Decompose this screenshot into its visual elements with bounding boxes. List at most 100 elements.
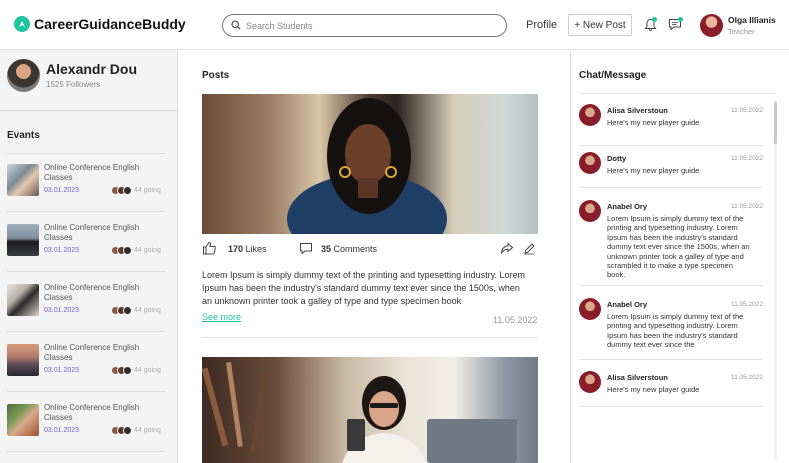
profile-name[interactable]: Alexandr Dou xyxy=(46,61,137,77)
going-count: 44 going xyxy=(134,307,161,314)
post-date: 11.05.2022 xyxy=(493,315,538,325)
chat-message[interactable]: Alisa Silverstoun 11.05.2022 Here's my n… xyxy=(579,371,763,407)
sender-avatar xyxy=(579,298,601,320)
message-date: 11.05.2022 xyxy=(730,301,763,308)
pencil-icon[interactable] xyxy=(523,242,536,260)
user-avatar[interactable] xyxy=(700,14,723,37)
event-item[interactable]: Online Conference English Classes 03.01.… xyxy=(7,216,165,272)
post-image[interactable] xyxy=(202,357,538,463)
message-badge xyxy=(678,17,683,22)
event-item[interactable]: Online Conference English Classes 03.01.… xyxy=(7,276,165,332)
search-input[interactable] xyxy=(246,20,486,31)
posts-feed: Posts 170 Likes 35 Comments Lorem Ipsum … xyxy=(178,50,570,463)
chat-message[interactable]: Alisa Silverstoun 11.05.2022 Here's my n… xyxy=(579,104,763,146)
comment-icon[interactable] xyxy=(299,242,313,260)
sender-avatar xyxy=(579,104,601,126)
message-icon[interactable] xyxy=(668,17,683,36)
event-thumbnail xyxy=(7,284,39,316)
event-attendees: 44 going xyxy=(111,186,161,195)
user-name[interactable]: Olga Illianis xyxy=(728,15,776,25)
post-actions: 170 Likes 35 Comments xyxy=(202,241,538,259)
divider xyxy=(202,337,538,338)
user-role: Teacher xyxy=(728,27,755,36)
profile-followers: 1525 Followers xyxy=(46,80,101,89)
event-date: 03.01.2023 xyxy=(44,427,80,434)
brand-name: CareerGuidanceBuddy xyxy=(34,16,186,32)
event-title: Online Conference English Classes xyxy=(44,223,140,242)
chat-message[interactable]: Anabel Ory 11.05.2022 Lorem Ipsum is sim… xyxy=(579,200,763,286)
brand-logo[interactable]: CareerGuidanceBuddy xyxy=(14,16,186,32)
event-thumbnail xyxy=(7,344,39,376)
event-thumbnail xyxy=(7,164,39,196)
message-text: Lorem Ipsum is simply dummy text of the … xyxy=(607,214,750,280)
going-count: 44 going xyxy=(134,247,161,254)
share-icon[interactable] xyxy=(500,242,514,260)
event-title: Online Conference English Classes xyxy=(44,403,140,422)
compass-icon xyxy=(14,16,30,32)
event-title: Online Conference English Classes xyxy=(44,343,140,362)
event-attendees: 44 going xyxy=(111,306,161,315)
search-bar[interactable] xyxy=(222,14,507,37)
profile-avatar[interactable] xyxy=(7,59,40,92)
sender-avatar xyxy=(579,371,601,393)
search-icon xyxy=(231,17,241,35)
sender-name: Alisa Silverstoun xyxy=(607,106,668,115)
going-count: 44 going xyxy=(134,187,161,194)
chat-panel: Chat/Message Alisa Silverstoun 11.05.202… xyxy=(570,50,789,463)
top-header: CareerGuidanceBuddy Profile + New Post O… xyxy=(0,0,789,50)
sender-name: Alisa Silverstoun xyxy=(607,373,668,382)
event-attendees: 44 going xyxy=(111,366,161,375)
message-text: Here's my new player guide xyxy=(607,385,700,394)
sender-name: Anabel Ory xyxy=(607,202,648,211)
sender-avatar xyxy=(579,200,601,222)
events-heading: Evants xyxy=(7,130,40,141)
see-more-link[interactable]: See more xyxy=(202,312,241,322)
event-thumbnail xyxy=(7,404,39,436)
going-count: 44 going xyxy=(134,427,161,434)
chat-heading: Chat/Message xyxy=(579,70,647,81)
post-body: Lorem Ipsum is simply dummy text of the … xyxy=(202,270,525,306)
posts-heading: Posts xyxy=(202,70,230,81)
event-date: 03.01.2023 xyxy=(44,367,80,374)
message-date: 11.05.2022 xyxy=(730,374,763,381)
event-attendees: 44 going xyxy=(111,246,161,255)
divider xyxy=(0,110,177,111)
event-item[interactable]: Online Conference English Classes 03.01.… xyxy=(7,396,165,452)
divider xyxy=(579,93,775,94)
message-date: 11.05.2022 xyxy=(730,107,763,114)
message-text: Here's my new player guide xyxy=(607,118,700,127)
chat-message[interactable]: Dotty 11.05.2022 Here's my new player gu… xyxy=(579,152,763,188)
attendee-avatar xyxy=(123,366,132,375)
chat-scrollbar-thumb[interactable] xyxy=(774,102,777,144)
message-date: 11.05.2022 xyxy=(730,155,763,162)
event-title: Online Conference English Classes xyxy=(44,283,140,302)
profile-link[interactable]: Profile xyxy=(526,19,557,31)
thumbs-up-icon[interactable] xyxy=(202,241,217,260)
going-count: 44 going xyxy=(134,367,161,374)
event-date: 03.01.2023 xyxy=(44,187,80,194)
attendee-avatar xyxy=(123,246,132,255)
chat-message[interactable]: Anabel Ory 11.05.2022 Lorem Ipsum is sim… xyxy=(579,298,763,360)
post-image[interactable] xyxy=(202,94,538,234)
comments-count: 35 Comments xyxy=(321,244,378,254)
message-text: Here's my new player guide xyxy=(607,166,700,175)
message-text: Lorem Ipsum is simply dummy text of the … xyxy=(607,312,744,350)
new-post-button[interactable]: + New Post xyxy=(568,14,632,36)
attendee-avatar xyxy=(123,426,132,435)
sender-avatar xyxy=(579,152,601,174)
left-sidebar: Alexandr Dou 1525 Followers Evants Onlin… xyxy=(0,50,178,463)
sender-name: Anabel Ory xyxy=(607,300,648,309)
event-attendees: 44 going xyxy=(111,426,161,435)
event-item[interactable]: Online Conference English Classes 03.01.… xyxy=(7,156,165,212)
sender-name: Dotty xyxy=(607,154,627,163)
event-thumbnail xyxy=(7,224,39,256)
event-date: 03.01.2023 xyxy=(44,247,80,254)
likes-count: 170 Likes xyxy=(228,244,267,254)
event-item[interactable]: Online Conference English Classes 03.01.… xyxy=(7,336,165,392)
event-title: Online Conference English Classes xyxy=(44,163,140,182)
chat-scrollbar[interactable] xyxy=(774,100,777,460)
notification-badge xyxy=(652,17,657,22)
bell-icon[interactable] xyxy=(644,17,657,37)
attendee-avatar xyxy=(123,306,132,315)
event-date: 03.01.2023 xyxy=(44,307,80,314)
